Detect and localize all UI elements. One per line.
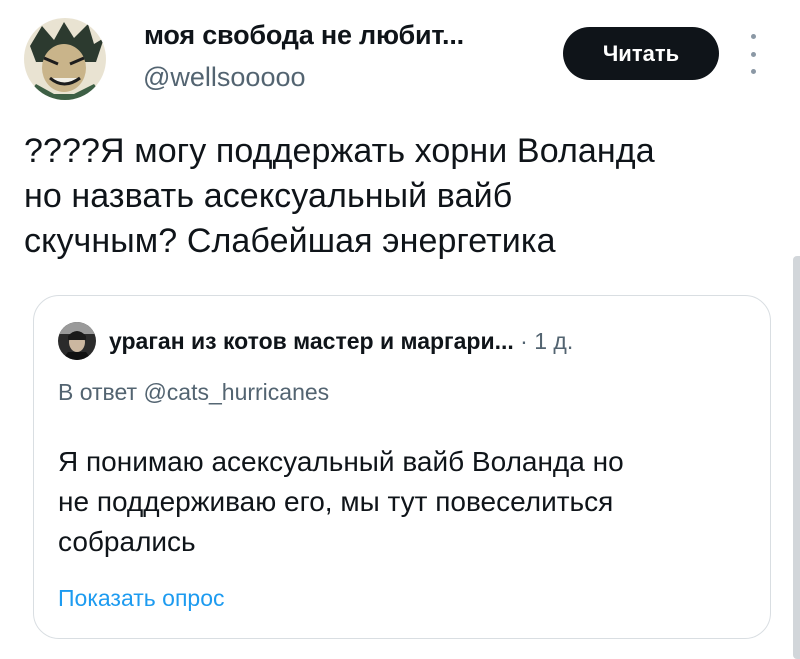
post-text-line: но назвать асексуальный вайб xyxy=(24,177,513,215)
author-display-name[interactable]: моя свобода не любит... xyxy=(144,20,464,51)
quoted-text-line: собрались xyxy=(58,526,196,557)
more-dot xyxy=(750,34,756,39)
quoted-post-time[interactable]: 1 д. xyxy=(534,328,573,354)
show-poll-link[interactable]: Показать опрос xyxy=(58,585,225,612)
separator-dot: · xyxy=(520,328,528,354)
reply-to-label: В ответ @cats_hurricanes xyxy=(58,379,330,405)
more-vertical-icon[interactable] xyxy=(746,34,760,74)
post-text-line: скучным? Слабейшая энергетика xyxy=(24,222,556,260)
quoted-post-header: ураган из котов мастер и маргари... · 1 … xyxy=(109,328,573,355)
quoted-author-avatar[interactable] xyxy=(58,322,96,360)
quoted-text-line: не поддерживаю его, мы тут повеселиться xyxy=(58,486,614,517)
quoted-author-name[interactable]: ураган из котов мастер и маргари... xyxy=(109,328,514,354)
quoted-post-card[interactable]: ураган из котов мастер и маргари... · 1 … xyxy=(33,295,771,639)
post-text: ????Я могу поддержать хорни Воланда но н… xyxy=(24,129,784,264)
more-dot xyxy=(750,51,756,57)
author-avatar[interactable] xyxy=(24,18,106,100)
scrollbar[interactable] xyxy=(793,256,800,659)
more-dot xyxy=(750,69,756,74)
quoted-text-line: Я понимаю асексуальный вайб Воланда но xyxy=(58,446,624,477)
read-button[interactable]: Читать xyxy=(563,27,719,80)
author-handle[interactable]: @wellsooooo xyxy=(143,62,306,93)
post-text-line: ????Я могу поддержать хорни Воланда xyxy=(24,132,655,170)
quoted-post-text: Я понимаю асексуальный вайб Воланда но н… xyxy=(58,442,748,562)
